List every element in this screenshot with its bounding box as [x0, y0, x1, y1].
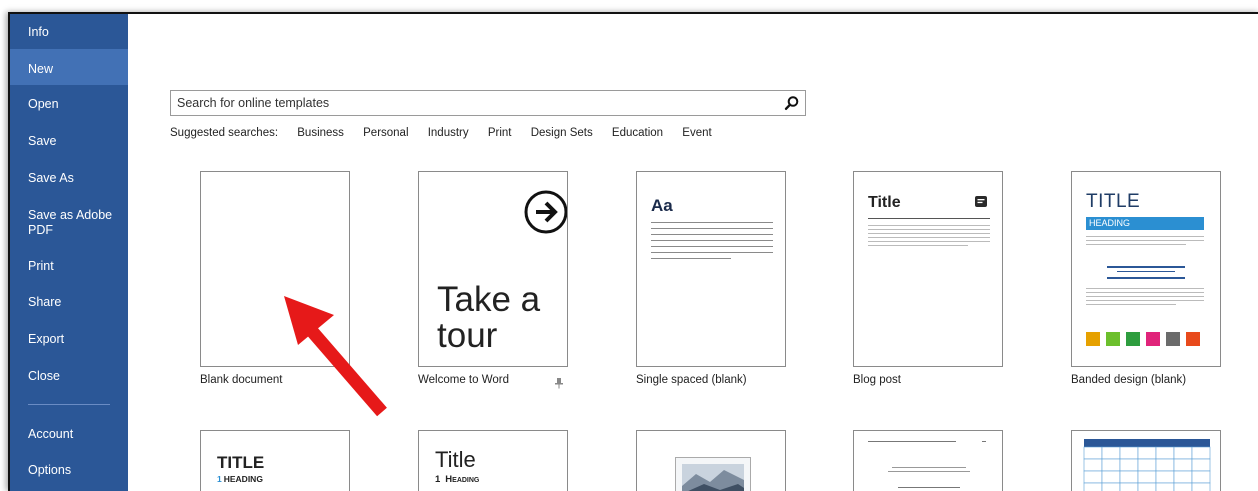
- text-line: [1086, 236, 1204, 237]
- red-arrow-annotation: [284, 296, 387, 417]
- template-search-box: [170, 90, 806, 116]
- search-input[interactable]: [171, 91, 783, 115]
- nav-close[interactable]: Close: [10, 369, 128, 384]
- note-icon: [974, 195, 988, 214]
- nav-options[interactable]: Options: [10, 463, 128, 478]
- text-line: [651, 258, 731, 259]
- nav-save-as-adobe-pdf[interactable]: Save as Adobe PDF: [10, 208, 120, 238]
- color-swatch: [1126, 332, 1140, 346]
- row2-heading-line: 1 Heading: [435, 474, 479, 485]
- nav-export[interactable]: Export: [10, 332, 128, 347]
- suggested-personal[interactable]: Personal: [363, 127, 408, 139]
- color-swatch: [1086, 332, 1100, 346]
- suggested-print[interactable]: Print: [488, 127, 512, 139]
- quote-rule: [1107, 266, 1185, 268]
- text-line: [651, 246, 773, 247]
- heading-number: 1: [435, 474, 441, 485]
- suggested-label: Suggested searches:: [170, 127, 279, 139]
- text-line: [868, 229, 990, 230]
- photo-thumbnail: [675, 457, 751, 491]
- suggested-business[interactable]: Business: [297, 127, 344, 139]
- text-line: [1086, 296, 1204, 297]
- title-rule: [868, 218, 990, 219]
- text-line: [1086, 292, 1204, 293]
- quote-line: [1117, 271, 1175, 272]
- nav-info[interactable]: Info: [10, 25, 128, 40]
- backstage-window: Info New Open Save Save As Save as Adobe…: [8, 12, 1258, 491]
- template-caption: Banded design (blank): [1071, 374, 1187, 386]
- text-line: [1086, 240, 1204, 241]
- row2-heading: Heading: [445, 474, 480, 485]
- sidebar-divider: [28, 404, 110, 405]
- row2-heading: HEADING: [223, 474, 263, 484]
- search-icon[interactable]: [783, 94, 801, 112]
- template-caption: Blog post: [853, 374, 901, 386]
- nav-share[interactable]: Share: [10, 295, 128, 310]
- nav-new[interactable]: New: [10, 49, 128, 85]
- template-report-dense[interactable]: [853, 430, 1003, 491]
- text-line: [868, 245, 968, 246]
- nav-open[interactable]: Open: [10, 97, 128, 112]
- tour-text-line-1: Take a: [437, 280, 541, 319]
- template-title-heading[interactable]: Title 1 Heading: [418, 430, 568, 491]
- text-line: [982, 441, 986, 442]
- text-line: [888, 471, 970, 472]
- calendar-grid: [1083, 439, 1211, 491]
- text-line: [868, 241, 990, 242]
- text-line: [1086, 244, 1186, 245]
- color-swatch: [1106, 332, 1120, 346]
- template-title-heading-caps[interactable]: TITLE 1 HEADING: [200, 430, 350, 491]
- template-banded-design[interactable]: TITLE HEADING: [1071, 171, 1221, 367]
- template-photo-report[interactable]: [636, 430, 786, 491]
- text-line: [892, 467, 966, 468]
- suggested-searches: Suggested searches: Business Personal In…: [170, 127, 728, 139]
- text-line: [651, 234, 773, 235]
- pin-icon[interactable]: [554, 376, 564, 394]
- text-line: [651, 240, 773, 241]
- backstage-sidebar: Info New Open Save Save As Save as Adobe…: [10, 14, 128, 491]
- text-line: [651, 222, 773, 223]
- row2-title: Title: [435, 447, 476, 472]
- template-welcome-to-word[interactable]: Take a tour: [418, 171, 568, 367]
- text-line: [1086, 288, 1204, 289]
- color-swatch: [1146, 332, 1160, 346]
- nav-save[interactable]: Save: [10, 134, 128, 149]
- color-swatch: [1186, 332, 1200, 346]
- template-blog-post[interactable]: Title: [853, 171, 1003, 367]
- suggested-industry[interactable]: Industry: [428, 127, 469, 139]
- nav-account[interactable]: Account: [10, 427, 128, 442]
- nav-save-as[interactable]: Save As: [10, 171, 128, 186]
- text-line: [1086, 300, 1204, 301]
- tour-text-line-2: tour: [437, 316, 498, 355]
- banded-title: TITLE: [1086, 191, 1141, 212]
- text-line: [651, 252, 773, 253]
- row2-title: TITLE: [217, 453, 265, 472]
- nav-print[interactable]: Print: [10, 259, 128, 274]
- template-caption: Single spaced (blank): [636, 374, 747, 386]
- single-heading: Aa: [651, 196, 673, 215]
- suggested-event[interactable]: Event: [682, 127, 711, 139]
- text-line: [1086, 304, 1176, 305]
- template-calendar[interactable]: [1071, 430, 1221, 491]
- text-line: [651, 228, 773, 229]
- text-line: [868, 237, 990, 238]
- color-swatch: [1166, 332, 1180, 346]
- blog-title: Title: [868, 194, 901, 211]
- quote-rule: [1107, 277, 1185, 279]
- text-line: [868, 233, 990, 234]
- text-line: [868, 441, 956, 442]
- arrow-right-circle-icon: [523, 189, 567, 240]
- text-line: [898, 487, 960, 488]
- heading-number: 1: [217, 474, 222, 484]
- template-caption: Welcome to Word: [418, 374, 509, 386]
- text-line: [868, 225, 990, 226]
- template-single-spaced[interactable]: Aa: [636, 171, 786, 367]
- suggested-education[interactable]: Education: [612, 127, 663, 139]
- suggested-design-sets[interactable]: Design Sets: [531, 127, 593, 139]
- row2-heading-line: 1 HEADING: [217, 474, 263, 484]
- banded-heading: HEADING: [1089, 218, 1131, 228]
